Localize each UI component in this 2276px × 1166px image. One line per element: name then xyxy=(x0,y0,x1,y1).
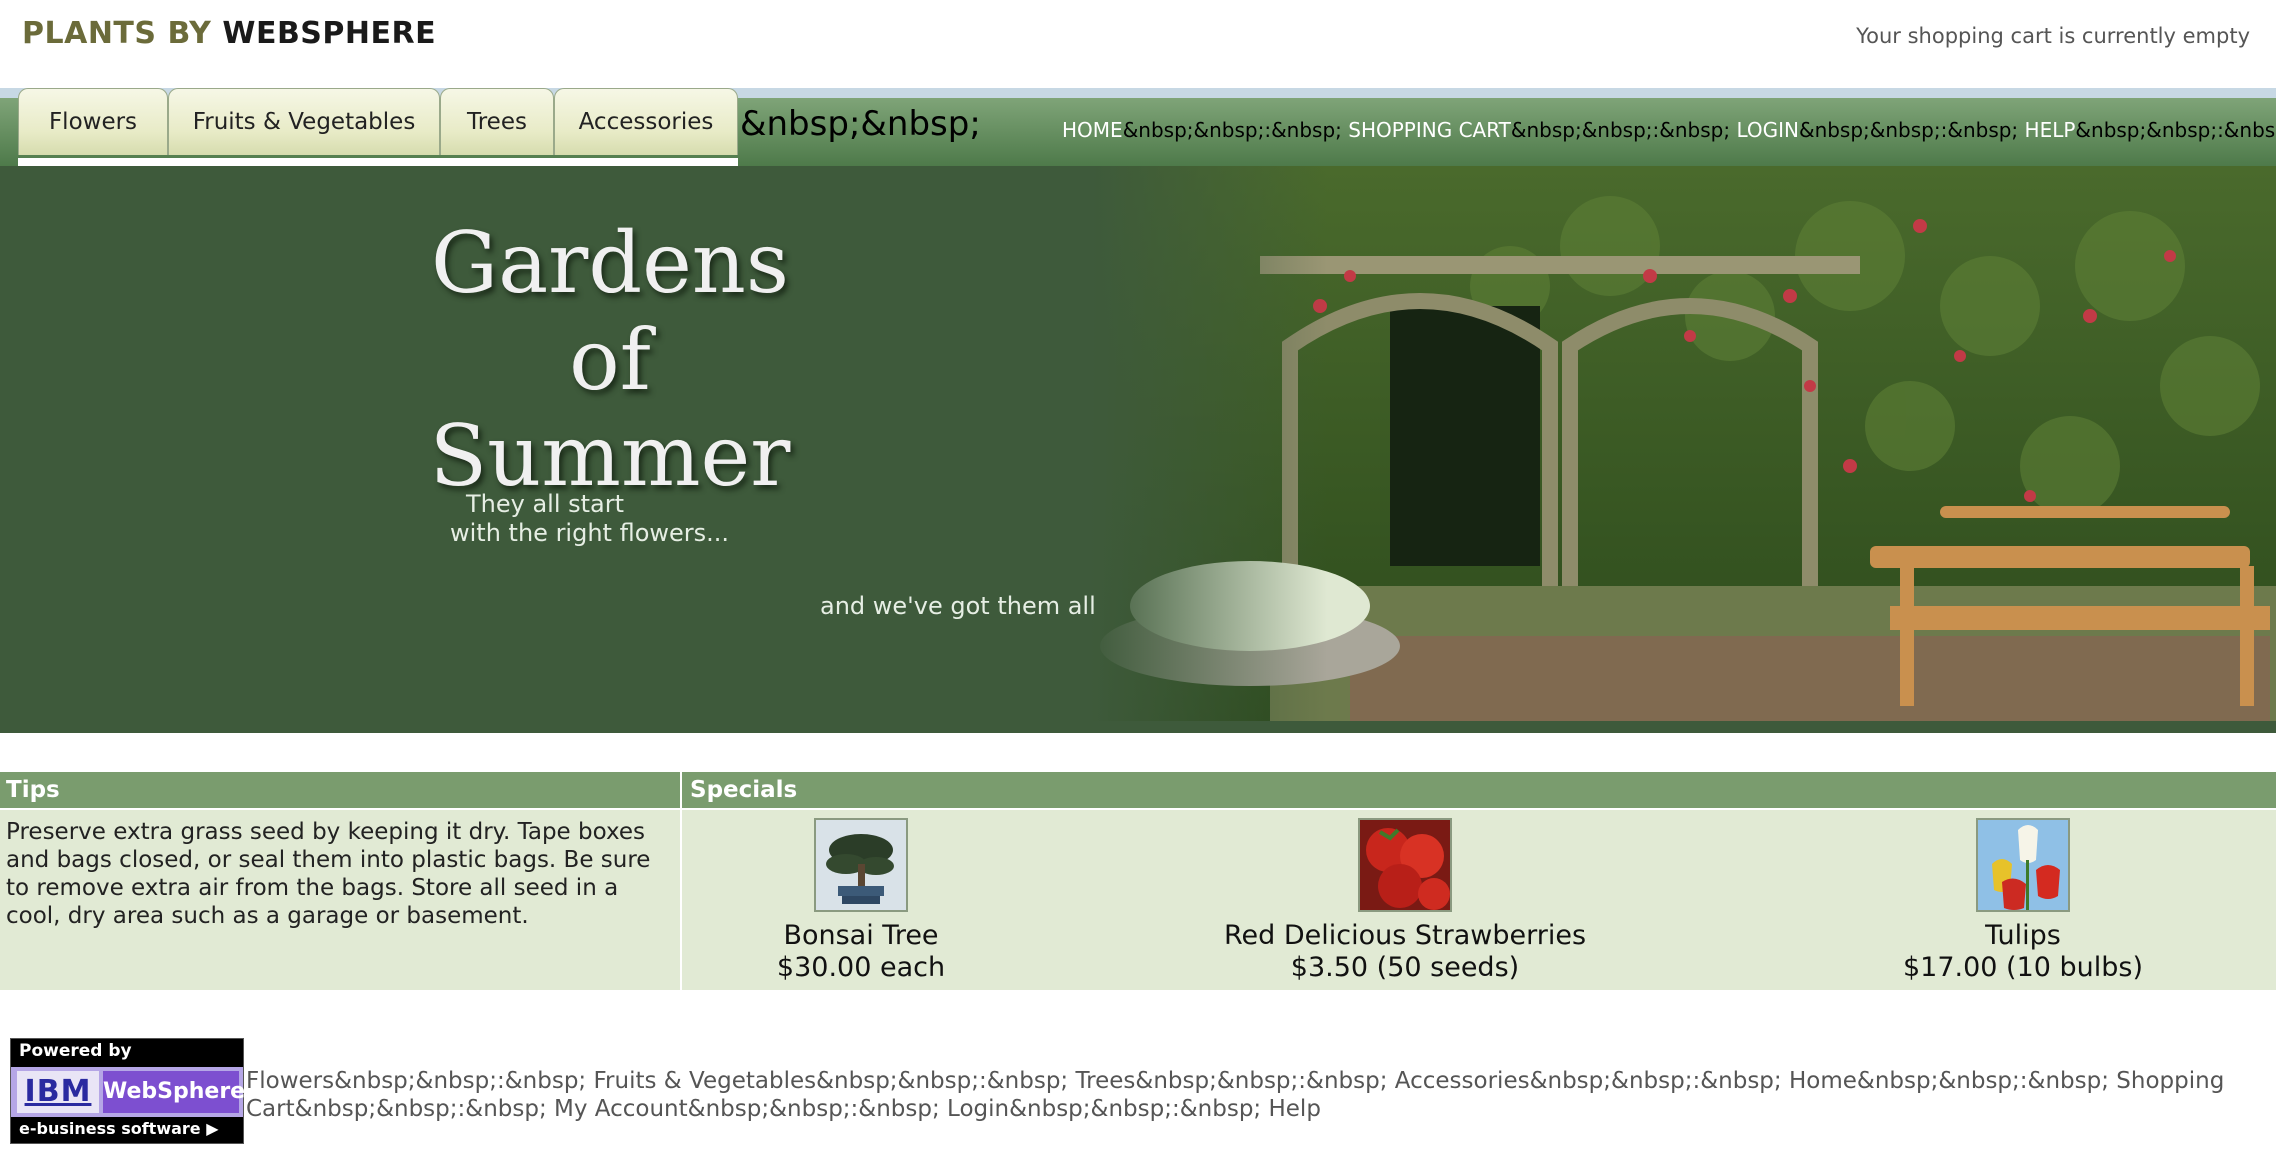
nav-shopping-cart-link[interactable]: SHOPPING CART xyxy=(1348,118,1511,142)
specials-heading: Specials xyxy=(682,772,2276,808)
ebusiness-text: e-business software xyxy=(19,1119,201,1138)
tab-accessories[interactable]: Accessories xyxy=(554,88,738,155)
tips-heading: Tips xyxy=(0,772,680,808)
tab-fruits-vegetables[interactable]: Fruits & Vegetables xyxy=(168,88,440,155)
ebusiness-label: e-business software ▶ xyxy=(19,1119,219,1138)
tulips-thumbnail[interactable] xyxy=(1976,818,2070,912)
banner-tagline-line3: and we've got them all xyxy=(820,592,1096,620)
special-name[interactable]: Bonsai Tree xyxy=(661,920,1061,952)
special-price: $3.50 (50 seeds) xyxy=(1290,952,1520,983)
nav-separator: &nbsp;&nbsp;:&nbsp; xyxy=(1510,118,1737,142)
nav-home-link[interactable]: HOME xyxy=(1062,118,1123,142)
top-nav-links: HOME&nbsp;&nbsp;:&nbsp; SHOPPING CART&nb… xyxy=(1062,118,2276,142)
special-price: $17.00 (10 bulbs) xyxy=(1902,952,2144,983)
strawberries-thumbnail[interactable] xyxy=(1358,818,1452,912)
banner-tagline-line1: They all start xyxy=(466,490,625,518)
banner-title: Gardens of Summer xyxy=(420,215,800,505)
special-name[interactable]: Red Delicious Strawberries xyxy=(1205,920,1605,952)
logo-websphere: WEBSPHERE xyxy=(222,16,437,51)
banner-title-line2: of Summer xyxy=(429,310,791,506)
special-item-tulips[interactable]: Tulips $17.00 (10 bulbs) xyxy=(1823,818,2223,984)
special-price: $30.00 each xyxy=(776,952,946,983)
site-logo[interactable]: PLANTS BY WEBSPHERE xyxy=(22,16,436,51)
nav-login-link[interactable]: LOGIN xyxy=(1736,118,1799,142)
play-arrow-icon: ▶ xyxy=(206,1119,219,1138)
special-name[interactable]: Tulips xyxy=(1823,920,2223,952)
special-item-strawberries[interactable]: Red Delicious Strawberries $3.50 (50 see… xyxy=(1205,818,1605,984)
tips-text: Preserve extra grass seed by keeping it … xyxy=(6,819,651,929)
ibm-logo: IBM xyxy=(17,1071,99,1113)
tab-flowers[interactable]: Flowers xyxy=(18,88,168,155)
nav-separator: &nbsp;&nbsp;:&nbsp; xyxy=(1798,118,2025,142)
nav-separator: &nbsp;&nbsp;:&nbsp; xyxy=(2075,118,2276,142)
bonsai-thumbnail[interactable] xyxy=(814,818,908,912)
logo-plants-by: PLANTS BY xyxy=(22,16,212,51)
websphere-logo: WebSphere xyxy=(103,1071,245,1113)
footer-links[interactable]: Flowers&nbsp;&nbsp;:&nbsp; Fruits & Vege… xyxy=(246,1067,2256,1123)
nav-separator: &nbsp;&nbsp;:&nbsp; xyxy=(1122,118,1349,142)
banner-tagline-line2: with the right flowers... xyxy=(450,518,730,547)
garden-photo xyxy=(1090,166,2276,733)
banner-title-line1: Gardens xyxy=(430,214,790,312)
websphere-band: IBM WebSphere xyxy=(11,1067,245,1117)
special-item-bonsai[interactable]: Bonsai Tree $30.00 each xyxy=(661,818,1061,984)
tab-trees[interactable]: Trees xyxy=(440,88,554,155)
banner-tagline: They all start with the right flowers... xyxy=(450,490,729,548)
nav-help-link[interactable]: HELP xyxy=(2025,118,2076,142)
category-tabs: Flowers Fruits & Vegetables Trees Access… xyxy=(18,88,738,166)
powered-by-label: Powered by xyxy=(19,1041,132,1061)
cart-status-text: Your shopping cart is currently empty xyxy=(1856,24,2250,48)
nav-spacer-text: &nbsp;&nbsp; xyxy=(740,104,981,144)
powered-by-websphere-logo[interactable]: Powered by IBM WebSphere e-business soft… xyxy=(10,1038,245,1144)
